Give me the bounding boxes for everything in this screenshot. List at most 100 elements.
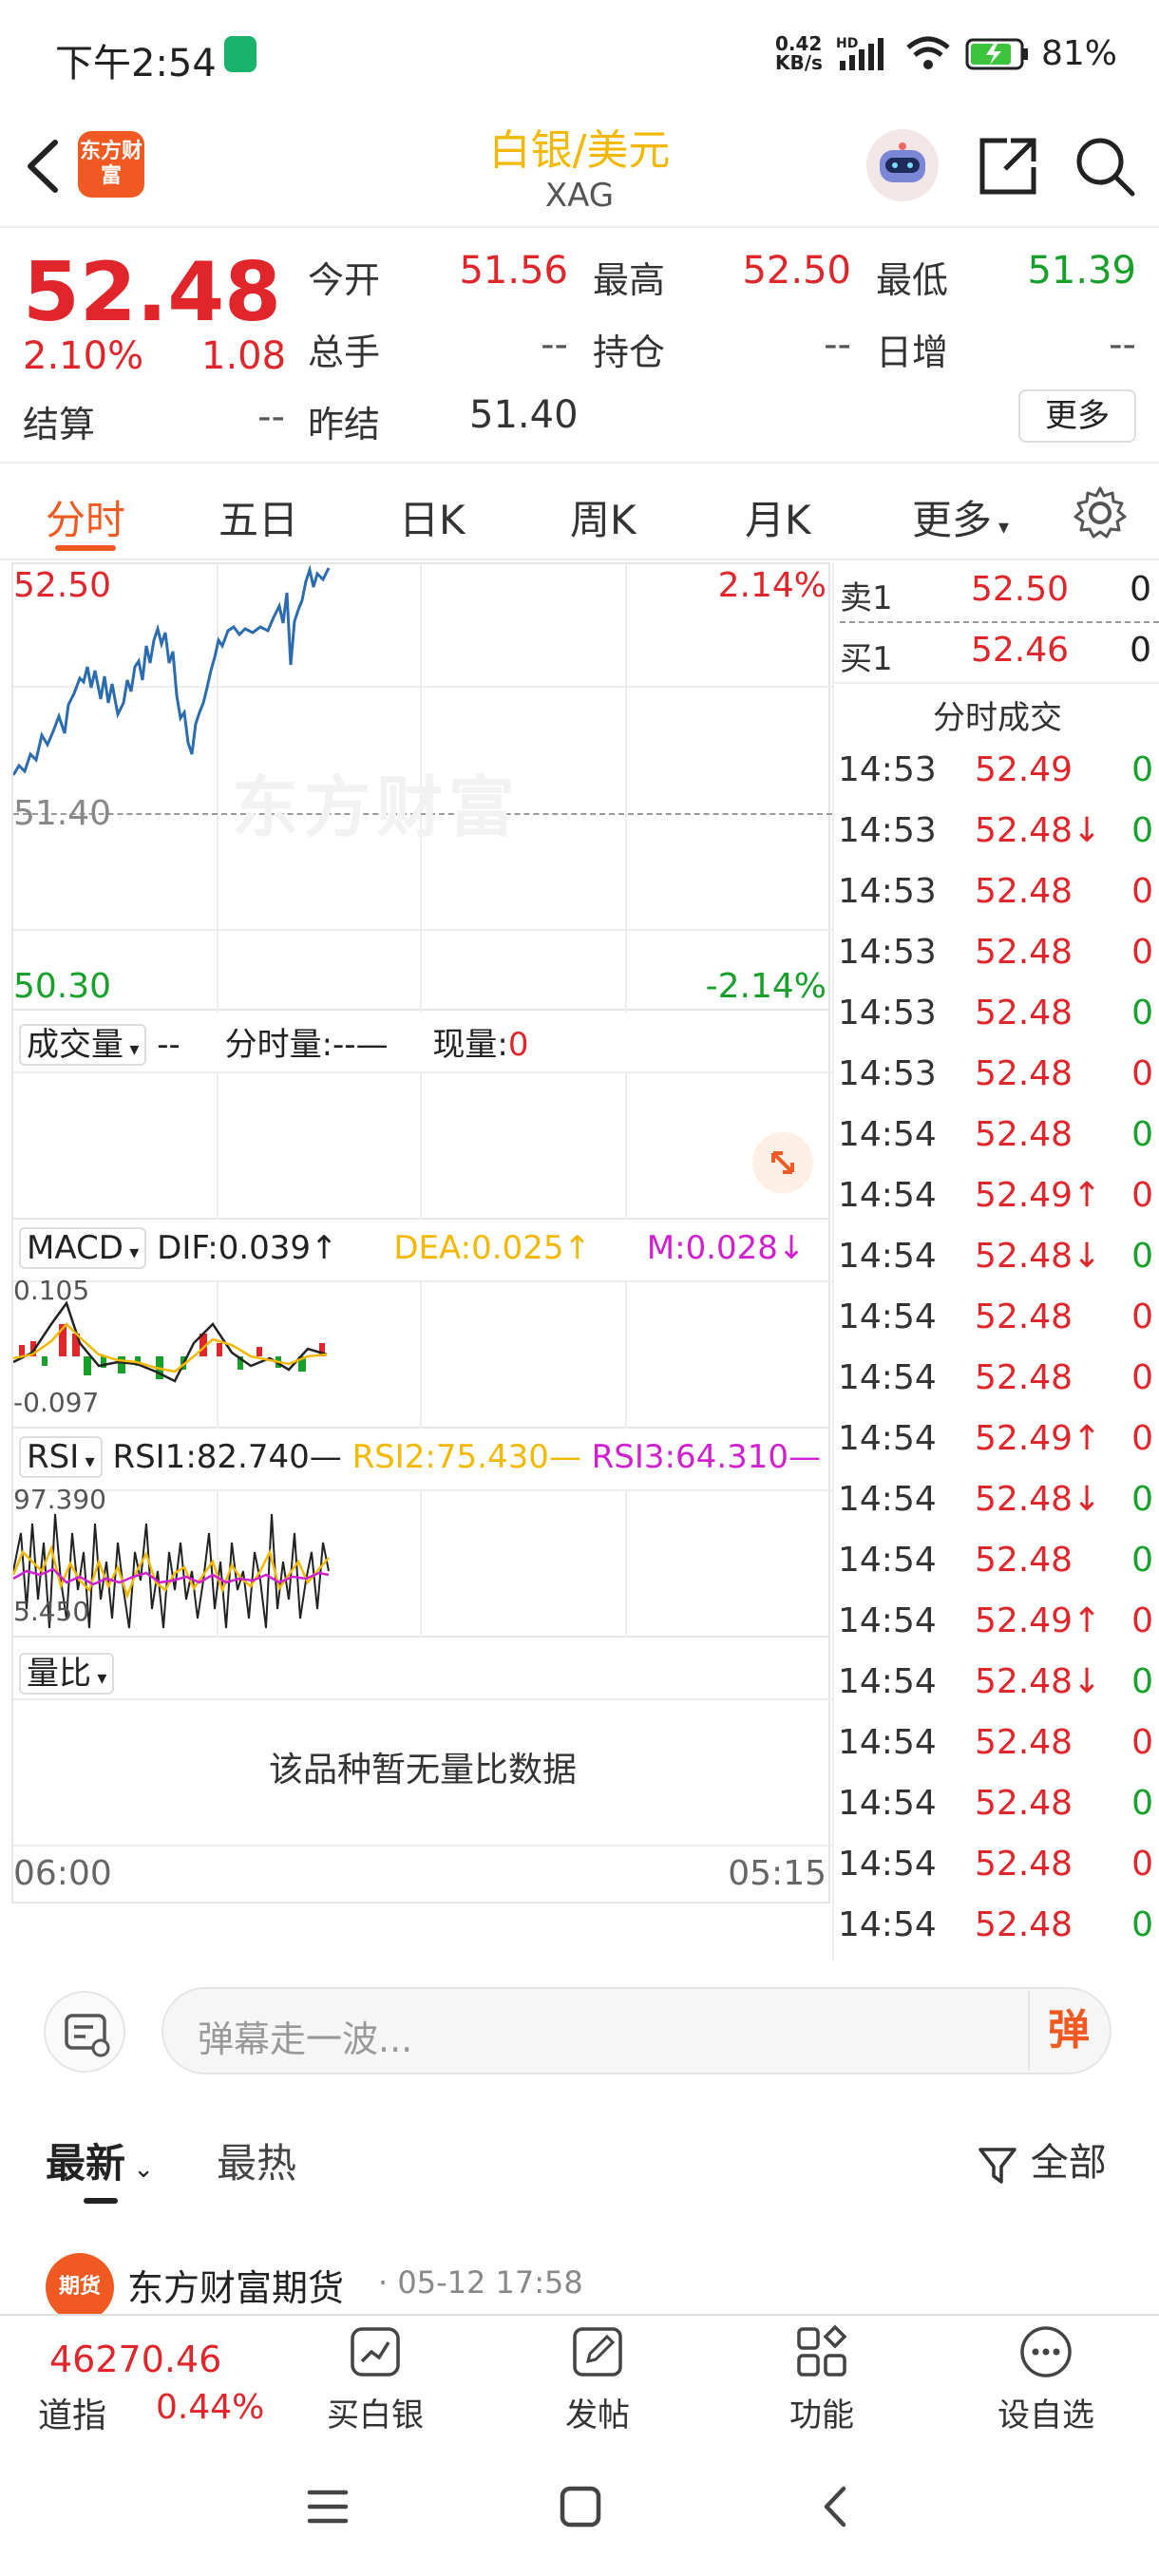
chart-box-icon bbox=[351, 2327, 400, 2377]
tab-fenshi[interactable]: 分时 bbox=[46, 488, 125, 546]
macd-selector[interactable]: MACD ▾ bbox=[19, 1227, 147, 1269]
trade-row: 14:54 52.48↓ 0 bbox=[834, 1480, 1159, 1541]
nav-back-icon[interactable] bbox=[813, 2483, 861, 2530]
function-button[interactable]: 功能 bbox=[760, 2323, 884, 2435]
trade-volume: 0 bbox=[1131, 1358, 1153, 1397]
tab-five-day[interactable]: 五日 bbox=[218, 488, 298, 546]
trade-volume: 0 bbox=[1131, 1845, 1153, 1884]
trade-volume: 0 bbox=[1131, 1723, 1153, 1762]
more-quote-button[interactable]: 更多 bbox=[1018, 389, 1136, 443]
intraday-chart[interactable]: 东方财富 52.50 2.14% 51.40 50.30 -2.14% bbox=[11, 562, 832, 1013]
price-line bbox=[13, 564, 331, 776]
chart-bottom-pct: -2.14% bbox=[705, 967, 826, 1006]
high-value: 52.50 bbox=[742, 249, 851, 293]
trade-time: 14:54 bbox=[838, 1541, 937, 1580]
home-icon[interactable] bbox=[557, 2483, 604, 2530]
volume-selector[interactable]: 成交量 ▾ bbox=[19, 1024, 147, 1066]
trade-time: 14:53 bbox=[838, 1054, 937, 1093]
trade-price: 52.48 bbox=[975, 1358, 1074, 1397]
rsi-top: 97.390 bbox=[13, 1484, 106, 1515]
barrage-settings-icon[interactable] bbox=[44, 1991, 125, 2073]
trade-price: 52.48 bbox=[975, 1905, 1074, 1944]
svg-text:HD: HD bbox=[836, 36, 858, 51]
trade-time: 14:54 bbox=[838, 1297, 937, 1336]
trade-row: 14:54 52.48 0 bbox=[834, 1845, 1159, 1905]
trade-time: 14:53 bbox=[838, 994, 937, 1032]
rsi-selector[interactable]: RSI ▾ bbox=[19, 1436, 103, 1478]
trade-time: 14:54 bbox=[838, 1601, 937, 1640]
trade-price: 52.48 bbox=[975, 1115, 1074, 1154]
tab-monthly-k[interactable]: 月K bbox=[745, 488, 811, 546]
battery-percent: 81% bbox=[1041, 34, 1118, 73]
tab-weekly-k[interactable]: 周K bbox=[570, 488, 636, 546]
trade-time: 14:54 bbox=[838, 1480, 937, 1519]
period-tabs: 分时 五日 日K 周K 月K 更多 ▾ bbox=[0, 465, 1159, 560]
post-avatar[interactable]: 期货 bbox=[46, 2253, 114, 2321]
trade-time: 14:53 bbox=[838, 750, 937, 789]
trade-time: 14:54 bbox=[838, 1358, 937, 1397]
volume-ratio-selector[interactable]: 量比 ▾ bbox=[19, 1653, 115, 1695]
open-value: 51.56 bbox=[459, 249, 568, 293]
trade-volume: 0 bbox=[1131, 872, 1153, 911]
order-book: 卖1 52.50 0 买1 52.46 0 分时成交 14:53 52.49 0 14… bbox=[832, 562, 1159, 1960]
settle-label: 结算 bbox=[23, 404, 96, 445]
trade-time: 14:53 bbox=[838, 933, 937, 972]
trade-row: 14:54 52.48 0 bbox=[834, 1723, 1159, 1784]
settle-value: -- bbox=[257, 395, 285, 439]
feed-tab-hot[interactable]: 最热 bbox=[217, 2131, 296, 2189]
quote-panel: 52.48 2.10% 1.08 结算 -- 今开 51.56 总手 -- 昨结… bbox=[0, 228, 1159, 464]
index-value[interactable]: 46270.46 bbox=[49, 2339, 221, 2380]
volume-ratio-panel: 量比 ▾ 该品种暂无量比数据 06:00 05:15 bbox=[11, 1638, 832, 1904]
macd-panel: MACD ▾ DIF:0.039↑ DEA:0.025↑ M:0.028↓ 0.… bbox=[11, 1220, 832, 1429]
shield-icon bbox=[224, 36, 256, 72]
share-icon[interactable] bbox=[975, 133, 1041, 199]
trade-row: 14:54 52.48 0 bbox=[834, 1297, 1159, 1358]
volume-ratio-empty: 该品种暂无量比数据 bbox=[268, 1751, 577, 1790]
post-button[interactable]: 发帖 bbox=[536, 2323, 659, 2435]
trade-volume: 0 bbox=[1131, 1297, 1153, 1336]
trade-row: 14:53 52.48 0 bbox=[834, 994, 1159, 1054]
trade-price: 52.48↓ bbox=[975, 1237, 1102, 1276]
trade-row: 14:54 52.48↓ 0 bbox=[834, 1237, 1159, 1297]
trade-price: 52.48 bbox=[975, 872, 1074, 911]
trade-volume: 0 bbox=[1131, 994, 1153, 1032]
trade-time: 14:54 bbox=[838, 1176, 937, 1215]
feed-tab-latest[interactable]: 最新 ⌄ bbox=[46, 2131, 154, 2189]
oi-label: 持仓 bbox=[593, 331, 666, 373]
daily-inc-value: -- bbox=[1109, 323, 1136, 367]
trade-price: 52.48 bbox=[975, 1784, 1074, 1823]
barrage-send-button[interactable]: 弹 bbox=[1028, 1991, 1108, 2071]
trade-volume: 0 bbox=[1131, 1905, 1153, 1944]
trade-price: 52.48 bbox=[975, 1845, 1074, 1884]
oi-value: -- bbox=[824, 323, 851, 367]
trade-time: 14:54 bbox=[838, 1845, 937, 1884]
settings-gear-icon[interactable] bbox=[1072, 484, 1129, 541]
post-author[interactable]: 东方财富期货 bbox=[127, 2259, 344, 2311]
trade-row: 14:54 52.49↑ 0 bbox=[834, 1419, 1159, 1480]
assistant-avatar-icon[interactable] bbox=[866, 129, 939, 201]
menu-icon[interactable] bbox=[304, 2483, 352, 2530]
trade-volume: 0 bbox=[1131, 811, 1153, 850]
low-label: 最低 bbox=[876, 259, 949, 301]
buy-silver-button[interactable]: 买白银 bbox=[314, 2323, 437, 2435]
chart-top-price: 52.50 bbox=[13, 566, 112, 605]
daily-inc-label: 日增 bbox=[876, 331, 949, 373]
trade-price: 52.48↓ bbox=[975, 1480, 1102, 1519]
trade-row: 14:53 52.48 0 bbox=[834, 933, 1159, 994]
tab-more[interactable]: 更多 ▾ bbox=[912, 488, 1009, 546]
trade-time: 14:54 bbox=[838, 1115, 937, 1154]
open-label: 今开 bbox=[308, 259, 381, 301]
barrage-input[interactable]: 弹幕走一波... bbox=[162, 1987, 1112, 2074]
trade-row: 14:54 52.49↑ 0 bbox=[834, 1176, 1159, 1237]
tab-daily-k[interactable]: 日K bbox=[399, 488, 466, 546]
sell1-price: 52.50 bbox=[971, 570, 1070, 609]
battery-icon bbox=[965, 38, 1030, 70]
feed-filter[interactable]: 全部 bbox=[977, 2131, 1107, 2187]
expand-icon[interactable] bbox=[752, 1132, 813, 1193]
bottom-action-bar: 46270.46 道指 0.44% 买白银 发帖 功能 设自选 bbox=[0, 2314, 1159, 2439]
index-name[interactable]: 道指 bbox=[38, 2388, 106, 2437]
trade-volume: 0 bbox=[1131, 1541, 1153, 1580]
add-watchlist-button[interactable]: 设自选 bbox=[984, 2323, 1108, 2435]
search-icon[interactable] bbox=[1072, 133, 1138, 199]
trade-time: 14:54 bbox=[838, 1723, 937, 1762]
